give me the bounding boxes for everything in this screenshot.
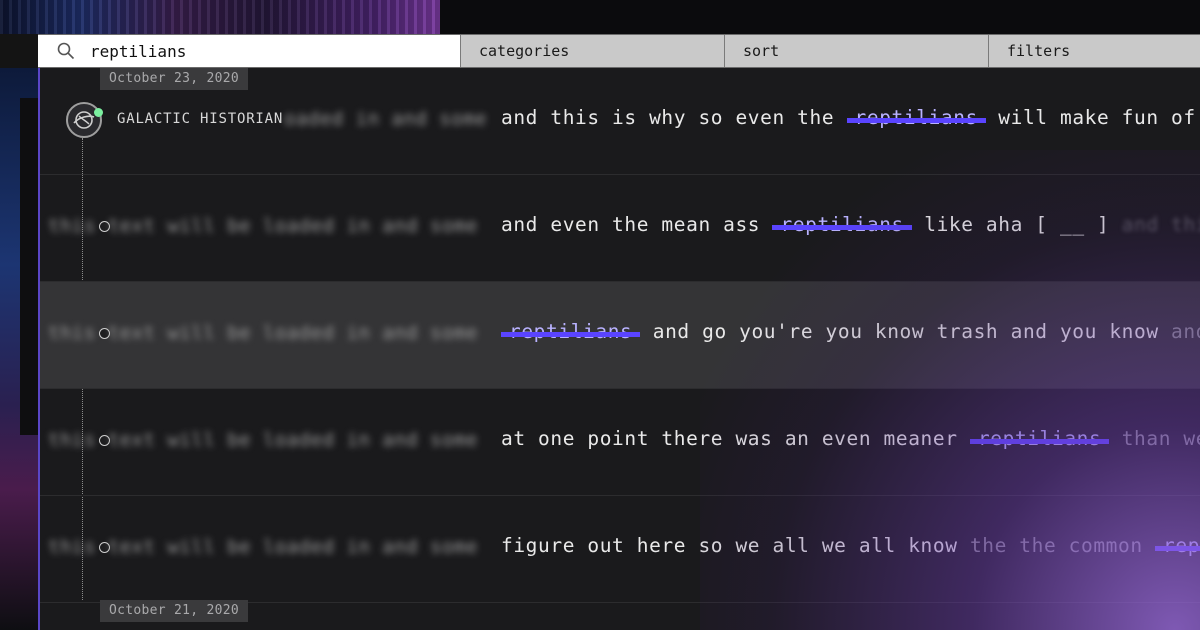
- speaker-name: GALACTIC HISTORIAN: [117, 111, 284, 127]
- transcript-snippet: at one point there was an even meaner re…: [501, 427, 1200, 450]
- snippet-tail: and thi: [1121, 213, 1200, 236]
- search-match-highlight[interactable]: reptilians: [772, 213, 913, 236]
- snippet-tail: the the common: [969, 534, 1143, 557]
- search-match-highlight[interactable]: rep: [1155, 534, 1200, 557]
- transcript-snippet: figure out here so we all we all know th…: [501, 534, 1200, 557]
- categories-button[interactable]: categories: [461, 35, 725, 67]
- search-input[interactable]: [90, 41, 430, 61]
- online-status-dot: [94, 108, 103, 117]
- result-row-selected[interactable]: this text will be loaded in and some rep…: [40, 282, 1200, 389]
- snippet-tail: and: [1171, 320, 1200, 343]
- search-results-feed: GALACTIC HISTORIAN oaded in and some and…: [40, 68, 1200, 630]
- snippet-before: figure out here so we all we all know: [501, 534, 958, 557]
- left-artwork-strip: [0, 68, 40, 630]
- snippet-after: and go you're you know trash and you kno…: [652, 320, 1159, 343]
- snippet-before: at one point there was an even meaner: [501, 427, 958, 450]
- search-toolbar: categories sort filters: [38, 34, 1200, 68]
- blurred-context-text: this text will be loaded in and some: [48, 429, 478, 451]
- blurred-context-text: this text will be loaded in and some: [48, 215, 478, 237]
- snippet-tail: than we: [1121, 427, 1200, 450]
- result-row[interactable]: this text will be loaded in and some and…: [40, 175, 1200, 282]
- result-row[interactable]: this text will be loaded in and some fig…: [40, 496, 1200, 603]
- top-dark-band: [440, 0, 1200, 34]
- date-divider: October 21, 2020: [100, 600, 249, 622]
- transcript-snippet: and even the mean ass reptilians like ah…: [501, 213, 1200, 236]
- sort-button[interactable]: sort: [725, 35, 989, 67]
- filters-button[interactable]: filters: [989, 35, 1200, 67]
- search-match-highlight[interactable]: reptilians: [846, 106, 987, 129]
- snippet-before: and this is why so even the: [501, 106, 835, 129]
- background-artwork: [0, 0, 440, 34]
- search-match-highlight[interactable]: reptilians: [969, 427, 1110, 450]
- blurred-context-text: oaded in and some: [284, 108, 487, 130]
- search-match-highlight[interactable]: reptilians: [501, 320, 641, 343]
- search-icon: [57, 42, 75, 60]
- snippet-before: and even the mean ass: [501, 213, 761, 236]
- blurred-context-text: this text will be loaded in and some: [48, 536, 478, 558]
- result-row[interactable]: this text will be loaded in and some at …: [40, 389, 1200, 496]
- search-box[interactable]: [38, 35, 461, 67]
- snippet-after: like aha [ __ ]: [924, 213, 1110, 236]
- blurred-context-text: this text will be loaded in and some: [48, 322, 478, 344]
- transcript-snippet: and this is why so even the reptilians w…: [501, 106, 1196, 129]
- transcript-snippet: reptilians and go you're you know trash …: [501, 320, 1200, 343]
- snippet-after: will make fun of: [998, 106, 1196, 129]
- date-divider: October 23, 2020: [100, 68, 249, 90]
